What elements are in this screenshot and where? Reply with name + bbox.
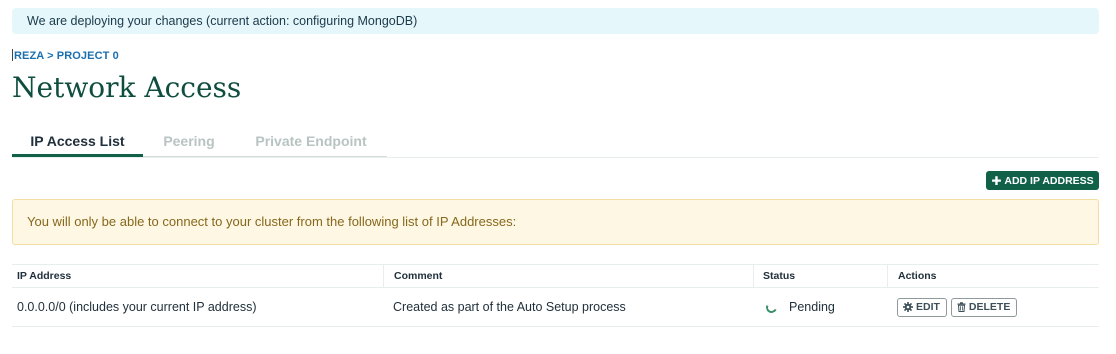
page-title: Network Access [12,71,242,104]
ip-access-table: IP Address Comment Status Actions 0.0.0.… [12,264,1099,327]
add-ip-address-label: ADD IP ADDRESS [1004,174,1094,187]
column-header-status[interactable]: Status [753,265,887,287]
delete-label: DELETE [968,301,1011,313]
ip-address-cell: 0.0.0.0/0 (includes your current IP addr… [17,300,257,314]
tab-ip-access-list[interactable]: IP Access List [12,128,143,157]
tab-label: Private Endpoint [255,133,367,149]
loading-spinner-icon [764,299,779,315]
add-ip-address-button[interactable]: ✚ ADD IP ADDRESS [986,171,1099,190]
deployment-status-text: We are deploying your changes (current a… [27,14,418,28]
column-header-ip-address[interactable]: IP Address [12,265,383,287]
column-header-comment[interactable]: Comment [383,265,753,287]
table-header-row: IP Address Comment Status Actions [12,265,1099,288]
text-cursor [12,49,13,61]
tab-peering[interactable]: Peering [143,128,235,157]
deployment-status-banner: We are deploying your changes (current a… [12,8,1099,34]
table-row: 0.0.0.0/0 (includes your current IP addr… [12,288,1099,327]
edit-label: EDIT [916,301,940,313]
delete-button[interactable]: DELETE [950,297,1018,317]
ip-access-notice-text: You will only be able to connect to your… [27,214,517,229]
status-cell: Pending [753,288,887,326]
tab-bar: IP Access List Peering Private Endpoint [12,128,1099,158]
tab-private-endpoint[interactable]: Private Endpoint [235,128,387,157]
tab-label: Peering [163,133,215,149]
ip-access-notice: You will only be able to connect to your… [12,199,1099,245]
breadcrumb-text[interactable]: REZA > PROJECT 0 [14,50,119,62]
status-text: Pending [789,300,835,314]
breadcrumb[interactable]: REZA > PROJECT 0 [12,49,119,62]
gear-icon [903,302,913,312]
trash-icon [957,302,966,312]
plus-icon: ✚ [991,173,1002,188]
comment-cell: Created as part of the Auto Setup proces… [393,300,626,314]
edit-button[interactable]: EDIT [897,297,947,317]
tab-label: IP Access List [30,133,125,149]
column-header-actions: Actions [887,265,1099,287]
actions-cell: EDIT DELETE [887,288,1099,326]
